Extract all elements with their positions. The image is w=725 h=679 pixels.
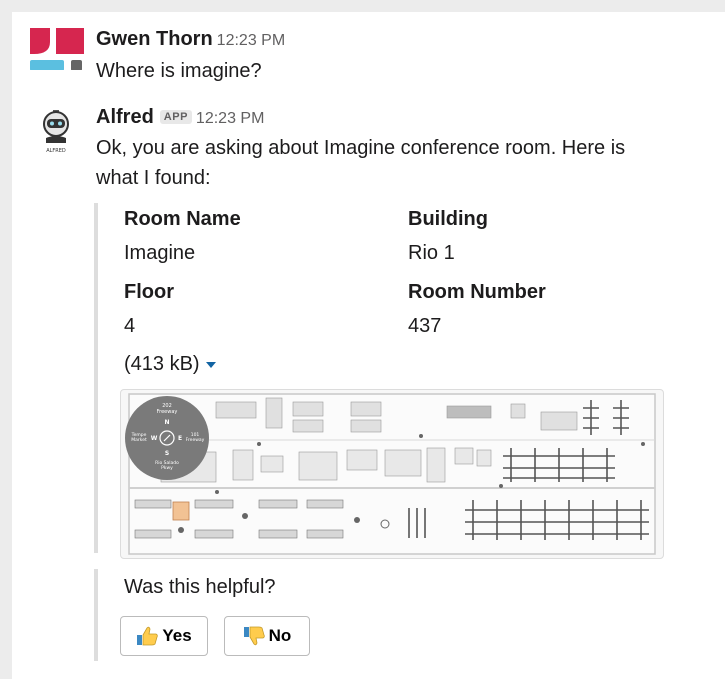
- compass-label: Freeway: [157, 409, 178, 415]
- file-size-toggle[interactable]: (413 kB): [124, 353, 216, 376]
- compass-label: S: [165, 450, 169, 457]
- field-label: Room Number: [408, 281, 546, 303]
- message-panel: Gwen Thorn 12:23 PM Where is imagine? ALF…: [12, 12, 725, 679]
- message-text: Ok, you are asking about Imagine confere…: [96, 133, 725, 193]
- field-value: 4: [124, 315, 136, 337]
- highlighted-room: [172, 501, 190, 521]
- field-label: Building: [408, 208, 488, 230]
- message-header: Alfred APP 12:23 PM: [96, 106, 725, 129]
- message-header: Gwen Thorn 12:23 PM: [96, 28, 725, 51]
- yes-label: Yes: [162, 626, 192, 645]
- no-label: No: [268, 626, 292, 645]
- compass-label: N: [164, 419, 169, 426]
- field-label: Room Name: [124, 208, 241, 230]
- compass-label: Pkwy: [161, 465, 173, 471]
- user-avatar[interactable]: [30, 28, 92, 71]
- compass-label: W: [151, 435, 158, 442]
- thumbs-down-icon: [243, 626, 265, 646]
- message-time[interactable]: 12:23 PM: [217, 32, 285, 49]
- field-value: 437: [408, 315, 442, 337]
- compass-label: Freeway: [186, 437, 205, 443]
- message-time[interactable]: 12:23 PM: [196, 110, 264, 127]
- message-text: Where is imagine?: [96, 60, 262, 82]
- yes-button[interactable]: Yes: [120, 616, 208, 656]
- compass-label: E: [178, 435, 182, 442]
- field-value: Imagine: [124, 242, 196, 264]
- compass: 202 Freeway N W E S Tempe Market 101 Fre…: [125, 396, 209, 480]
- bot-avatar[interactable]: ALFRED: [38, 110, 74, 154]
- no-button[interactable]: No: [224, 616, 310, 656]
- feedback-question: Was this helpful?: [124, 576, 276, 598]
- compass-label: Market: [131, 437, 147, 443]
- robot-icon: ALFRED: [43, 110, 69, 154]
- app-badge: APP: [159, 110, 192, 124]
- thumbs-up-icon: [137, 626, 159, 646]
- avatar-caption: ALFRED: [46, 148, 66, 154]
- caret-down-icon[interactable]: [205, 361, 216, 369]
- floor-plan-image[interactable]: 202 Freeway N W E S Tempe Market 101 Fre…: [120, 389, 664, 559]
- author-name[interactable]: Alfred: [96, 106, 154, 128]
- message-text-line: what I found:: [96, 167, 211, 189]
- author-name[interactable]: Gwen Thorn: [96, 28, 213, 50]
- file-size: (413 kB): [124, 353, 200, 375]
- field-label: Floor: [124, 281, 174, 303]
- message-text-line: Ok, you are asking about Imagine confere…: [96, 137, 626, 159]
- field-value: Rio 1: [408, 242, 455, 264]
